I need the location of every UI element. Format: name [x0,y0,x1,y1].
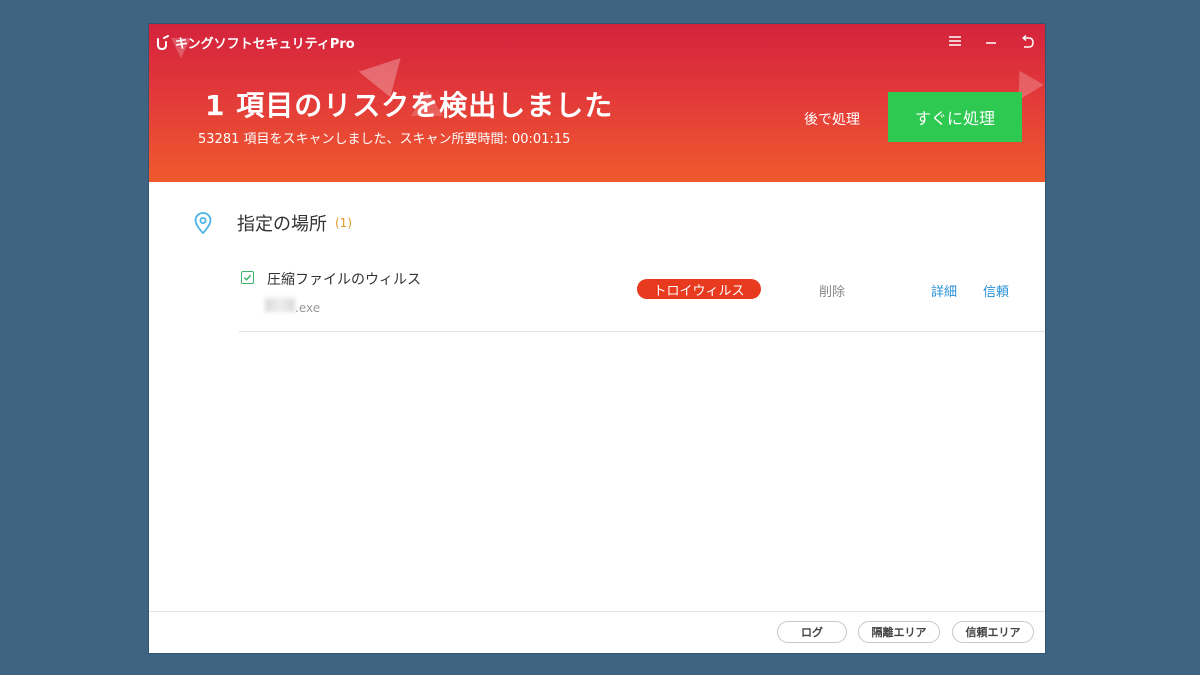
threat-checkbox[interactable] [241,271,254,284]
app-title: キングソフトセキュリティPro [175,37,355,52]
threat-file: .exe [295,301,321,315]
result-header: キングソフトセキュリティPro 1 項目のリスクを検出しました 53281 項目… [149,24,1045,182]
kingsoft-logo-icon [157,34,169,50]
threat-row: 圧縮ファイルのウィルス .exe トロイウィルス 削除 詳細 信頼 [239,261,1045,332]
trusted-area-button[interactable]: 信頼エリア [952,621,1034,643]
process-now-button[interactable]: すぐに処理 [888,92,1022,142]
trust-link[interactable]: 信頼 [983,281,1009,300]
app-window: キングソフトセキュリティPro 1 項目のリスクを検出しました 53281 項目… [149,24,1045,653]
footer-bar: ログ 隔離エリア 信頼エリア [149,611,1045,653]
result-headline: 1 項目のリスクを検出しました [205,89,614,122]
menu-icon[interactable] [947,34,963,50]
check-icon [243,274,252,281]
scan-summary: 53281 項目をスキャンしました、スキャン所要時間: 00:01:15 [198,132,571,147]
threat-name: 圧縮ファイルのウィルス [267,272,421,288]
section-count: (1) [335,216,352,230]
location-section-header: 指定の場所 (1) [193,210,352,236]
log-button[interactable]: ログ [777,621,847,643]
details-link[interactable]: 詳細 [931,281,957,300]
location-pin-icon [194,212,212,235]
window-controls [947,34,1035,50]
back-icon[interactable] [1019,34,1035,50]
section-title: 指定の場所 [237,214,327,235]
process-later-button[interactable]: 後で処理 [804,109,860,129]
app-brand: キングソフトセキュリティPro [155,33,355,52]
threat-type-badge: トロイウィルス [637,279,761,299]
quarantine-button[interactable]: 隔離エリア [858,621,940,643]
blurred-filename [265,298,295,312]
minimize-icon[interactable] [983,34,999,50]
threat-action: 削除 [819,285,846,300]
